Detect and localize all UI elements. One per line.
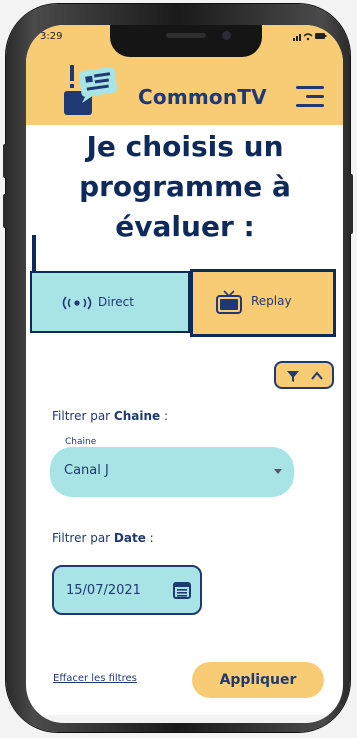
status-icons (293, 32, 327, 44)
chevron-up-icon (311, 371, 323, 380)
tab-direct-label: Direct (98, 295, 134, 309)
channel-select-floating-label: Chaine (63, 437, 99, 447)
page-title: Je choisis un programme à évaluer : (32, 127, 338, 247)
status-time: 3:29 (40, 31, 63, 42)
page-title-line-1: Je choisis un (86, 130, 284, 163)
phone-screen: 3:29 CommonTV Je choisis un programme à … (26, 25, 343, 723)
power-button (349, 174, 353, 234)
channel-select-value: Canal J (64, 463, 109, 478)
volume-down-button (3, 194, 7, 228)
speech-bubble-logo-icon (64, 65, 118, 115)
tab-replay[interactable]: Replay (190, 269, 336, 337)
screen-bottom-edge (26, 715, 343, 723)
channel-label-prefix: Filtrer par (52, 409, 114, 423)
filter-icon (287, 371, 299, 382)
filter-toggle-button[interactable] (274, 361, 334, 389)
title-accent-bar (32, 235, 36, 271)
date-input-value: 15/07/2021 (66, 583, 141, 598)
hamburger-icon[interactable] (296, 86, 324, 108)
tab-replay-label: Replay (251, 294, 292, 308)
date-label-suffix: : (145, 531, 154, 545)
volume-up-button (3, 144, 7, 178)
signal-wifi-battery-icon (293, 33, 327, 41)
channel-label-suffix: : (160, 409, 169, 423)
apply-button[interactable]: Appliquer (192, 662, 324, 698)
channel-label-bold: Chaine (113, 409, 161, 423)
page-title-line-2: programme à (79, 170, 291, 203)
brand-name: CommonTV (138, 85, 267, 109)
phone-frame: 3:29 CommonTV Je choisis un programme à … (3, 4, 353, 732)
date-label-bold: Date (113, 531, 146, 545)
channel-filter-label: Filtrer par Chaine : (52, 409, 168, 423)
calendar-icon[interactable] (172, 580, 192, 600)
phone-notch (110, 25, 262, 57)
tv-icon (216, 290, 242, 314)
date-label-prefix: Filtrer par (52, 531, 114, 545)
tab-direct[interactable]: Direct (30, 271, 190, 333)
broadcast-icon (62, 296, 92, 310)
page-title-line-3: évaluer : (115, 210, 255, 243)
date-filter-label: Filtrer par Date : (52, 531, 154, 545)
chevron-down-icon[interactable] (274, 469, 282, 474)
clear-filters-link[interactable]: Effacer les filtres (53, 673, 137, 684)
